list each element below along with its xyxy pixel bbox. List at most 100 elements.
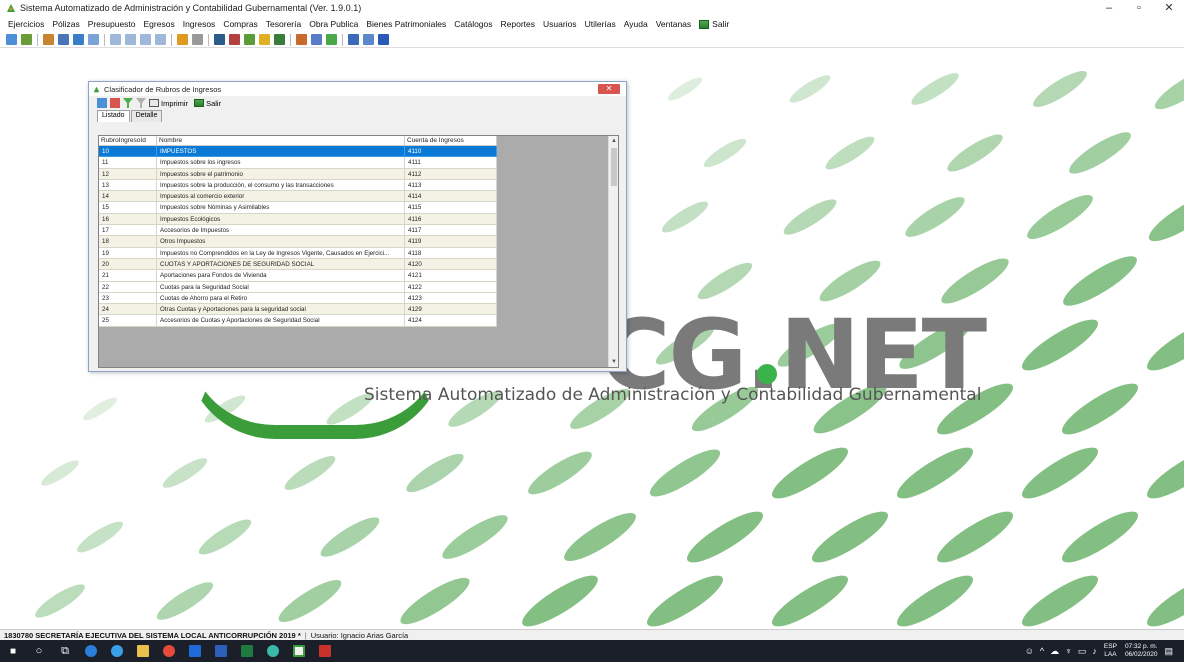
sacg-app-icon[interactable] — [289, 644, 309, 658]
scroll-thumb[interactable] — [611, 148, 617, 186]
exit-button[interactable]: Salir — [194, 99, 221, 108]
menu-item-reportes[interactable]: Reportes — [497, 19, 540, 29]
excel-icon[interactable] — [237, 644, 257, 658]
search-icon[interactable]: ○ — [29, 644, 49, 658]
filter-icon[interactable] — [123, 98, 133, 108]
scroll-up-arrow[interactable]: ▲ — [609, 137, 618, 145]
print-button[interactable]: Imprimir — [149, 99, 188, 108]
table-row[interactable]: 23 Cuotas de Ahorro para el Retiro 4123 — [99, 292, 497, 305]
toolbar-separator — [37, 33, 38, 46]
chart-icon[interactable] — [177, 34, 188, 45]
menu-item-salir[interactable]: Salir — [695, 19, 733, 29]
pencil-icon[interactable] — [229, 34, 240, 45]
maximize-button[interactable]: ▫ — [1124, 0, 1154, 16]
coins-icon[interactable] — [259, 34, 270, 45]
leaf-decoration — [812, 511, 888, 563]
chrome-icon[interactable] — [159, 644, 179, 658]
scroll-down-arrow[interactable]: ▼ — [609, 358, 618, 366]
notifications-icon[interactable]: ▤ — [1164, 646, 1173, 657]
grid-vertical-scrollbar[interactable]: ▲ ▼ — [608, 136, 618, 367]
menu-item-bienes-patrimoniales[interactable]: Bienes Patrimoniales — [362, 19, 450, 29]
volume-icon[interactable]: ♪ — [1092, 646, 1097, 656]
doc4-icon[interactable] — [155, 34, 166, 45]
table-row[interactable]: 22 Cuotas para la Seguridad Social 4122 — [99, 281, 497, 293]
table-row[interactable]: 25 Accesorios de Cuotas y Aportaciones de… — [99, 315, 497, 327]
pdf-icon[interactable] — [315, 644, 335, 658]
menu-item-pólizas[interactable]: Pólizas — [48, 19, 83, 29]
menu-item-presupuesto[interactable]: Presupuesto — [84, 19, 140, 29]
save-icon[interactable] — [97, 98, 107, 108]
start-windows-icon[interactable]: ■ — [3, 644, 23, 658]
table-row[interactable]: 11 Impuestos sobre los ingresos 4111 — [99, 157, 497, 169]
child-close-button[interactable]: ✕ — [598, 84, 620, 94]
shield-icon[interactable] — [348, 34, 359, 45]
table-row[interactable]: 17 Accesorios de Impuestos 4117 — [99, 225, 497, 237]
word-icon[interactable] — [211, 644, 231, 658]
task-view-icon[interactable]: ⧉ — [55, 644, 75, 658]
table-row[interactable]: 24 Otras Cuotas y Aportaciones para la se… — [99, 304, 497, 316]
menu-item-ayuda[interactable]: Ayuda — [620, 19, 652, 29]
file-explorer-icon[interactable] — [133, 644, 153, 658]
book-icon[interactable] — [214, 34, 225, 45]
users-icon[interactable] — [43, 34, 54, 45]
list-icon[interactable] — [363, 34, 374, 45]
table-row[interactable]: 19 Impuestos no Comprendidos en la Ley de… — [99, 247, 497, 259]
help-icon[interactable] — [378, 34, 389, 45]
menu-item-obra-publica[interactable]: Obra Publica — [305, 19, 362, 29]
table-cell: 11 — [99, 157, 157, 169]
menu-item-utilerías[interactable]: Utilerías — [581, 19, 620, 29]
menu-item-ingresos[interactable]: Ingresos — [179, 19, 220, 29]
column-header-cuenta[interactable]: Cuenta de Ingresos — [405, 136, 497, 146]
reports-icon[interactable] — [21, 34, 32, 45]
table-row[interactable]: 18 Otros Impuestos 4119 — [99, 236, 497, 248]
tab-listado[interactable]: Listado — [97, 110, 130, 122]
people-icon[interactable]: ☺ — [1025, 646, 1034, 656]
menu-item-ejercicios[interactable]: Ejercicios — [4, 19, 48, 29]
table-row[interactable]: 14 Impuestos al comercio exterior 4114 — [99, 191, 497, 203]
table-row[interactable]: 13 Impuestos sobre la producción, el cons… — [99, 179, 497, 192]
menu-item-compras[interactable]: Compras — [219, 19, 261, 29]
menu-item-usuarios[interactable]: Usuarios — [539, 19, 581, 29]
pie-icon[interactable] — [244, 34, 255, 45]
tree-icon[interactable] — [326, 34, 337, 45]
tag-icon[interactable] — [296, 34, 307, 45]
clear-filter-icon[interactable] — [136, 98, 146, 108]
clock[interactable]: 07:32 p. m. 06/02/2020 — [1125, 643, 1158, 659]
table-row[interactable]: 16 Impuestos Ecológicos 4116 — [99, 213, 497, 226]
table-cell: 4118 — [405, 247, 497, 259]
table-row[interactable]: 20 CUOTAS Y APORTACIONES DE SEGURIDAD SOC… — [99, 258, 497, 271]
table-row[interactable]: 10 IMPUESTOS 4110 — [99, 146, 497, 158]
doc2-icon[interactable] — [125, 34, 136, 45]
ledger-icon[interactable] — [274, 34, 285, 45]
people-icon[interactable] — [311, 34, 322, 45]
config-icon[interactable] — [58, 34, 69, 45]
grid-icon[interactable] — [88, 34, 99, 45]
menu-item-ventanas[interactable]: Ventanas — [652, 19, 695, 29]
doc3-icon[interactable] — [140, 34, 151, 45]
chevron-up-icon[interactable]: ^ — [1040, 646, 1044, 656]
network-icon[interactable]: ♆ — [1065, 646, 1072, 656]
menu-item-tesorería[interactable]: Tesorería — [262, 19, 305, 29]
edge-icon[interactable] — [81, 644, 101, 658]
language-indicator[interactable]: ESP LAA — [1104, 643, 1117, 659]
doc1-icon[interactable] — [110, 34, 121, 45]
network-app-icon[interactable] — [263, 644, 283, 658]
tools-icon[interactable] — [192, 34, 203, 45]
minimize-button[interactable]: – — [1094, 0, 1124, 16]
display-icon[interactable]: ▭ — [1078, 646, 1087, 657]
cloud-icon[interactable]: ☁ — [1050, 646, 1059, 657]
outlook-icon[interactable] — [185, 644, 205, 658]
table-icon[interactable] — [73, 34, 84, 45]
column-header-id[interactable]: RubroIngresoId — [99, 136, 157, 146]
close-button[interactable]: ✕ — [1154, 0, 1184, 16]
refresh-icon[interactable] — [6, 34, 17, 45]
delete-icon[interactable] — [110, 98, 120, 108]
table-row[interactable]: 12 Impuestos sobre el patrimonio 4112 — [99, 168, 497, 180]
column-header-nombre[interactable]: Nombre — [157, 136, 405, 146]
tab-detalle[interactable]: Detalle — [130, 110, 163, 122]
table-row[interactable]: 21 Aportaciones para Fondos de Vivienda 41… — [99, 270, 497, 282]
menu-item-egresos[interactable]: Egresos — [140, 19, 179, 29]
ie-icon[interactable] — [107, 644, 127, 658]
menu-item-catálogos[interactable]: Catálogos — [450, 19, 496, 29]
table-row[interactable]: 15 Impuestos sobre Nóminas y Asimilables 4… — [99, 202, 497, 214]
